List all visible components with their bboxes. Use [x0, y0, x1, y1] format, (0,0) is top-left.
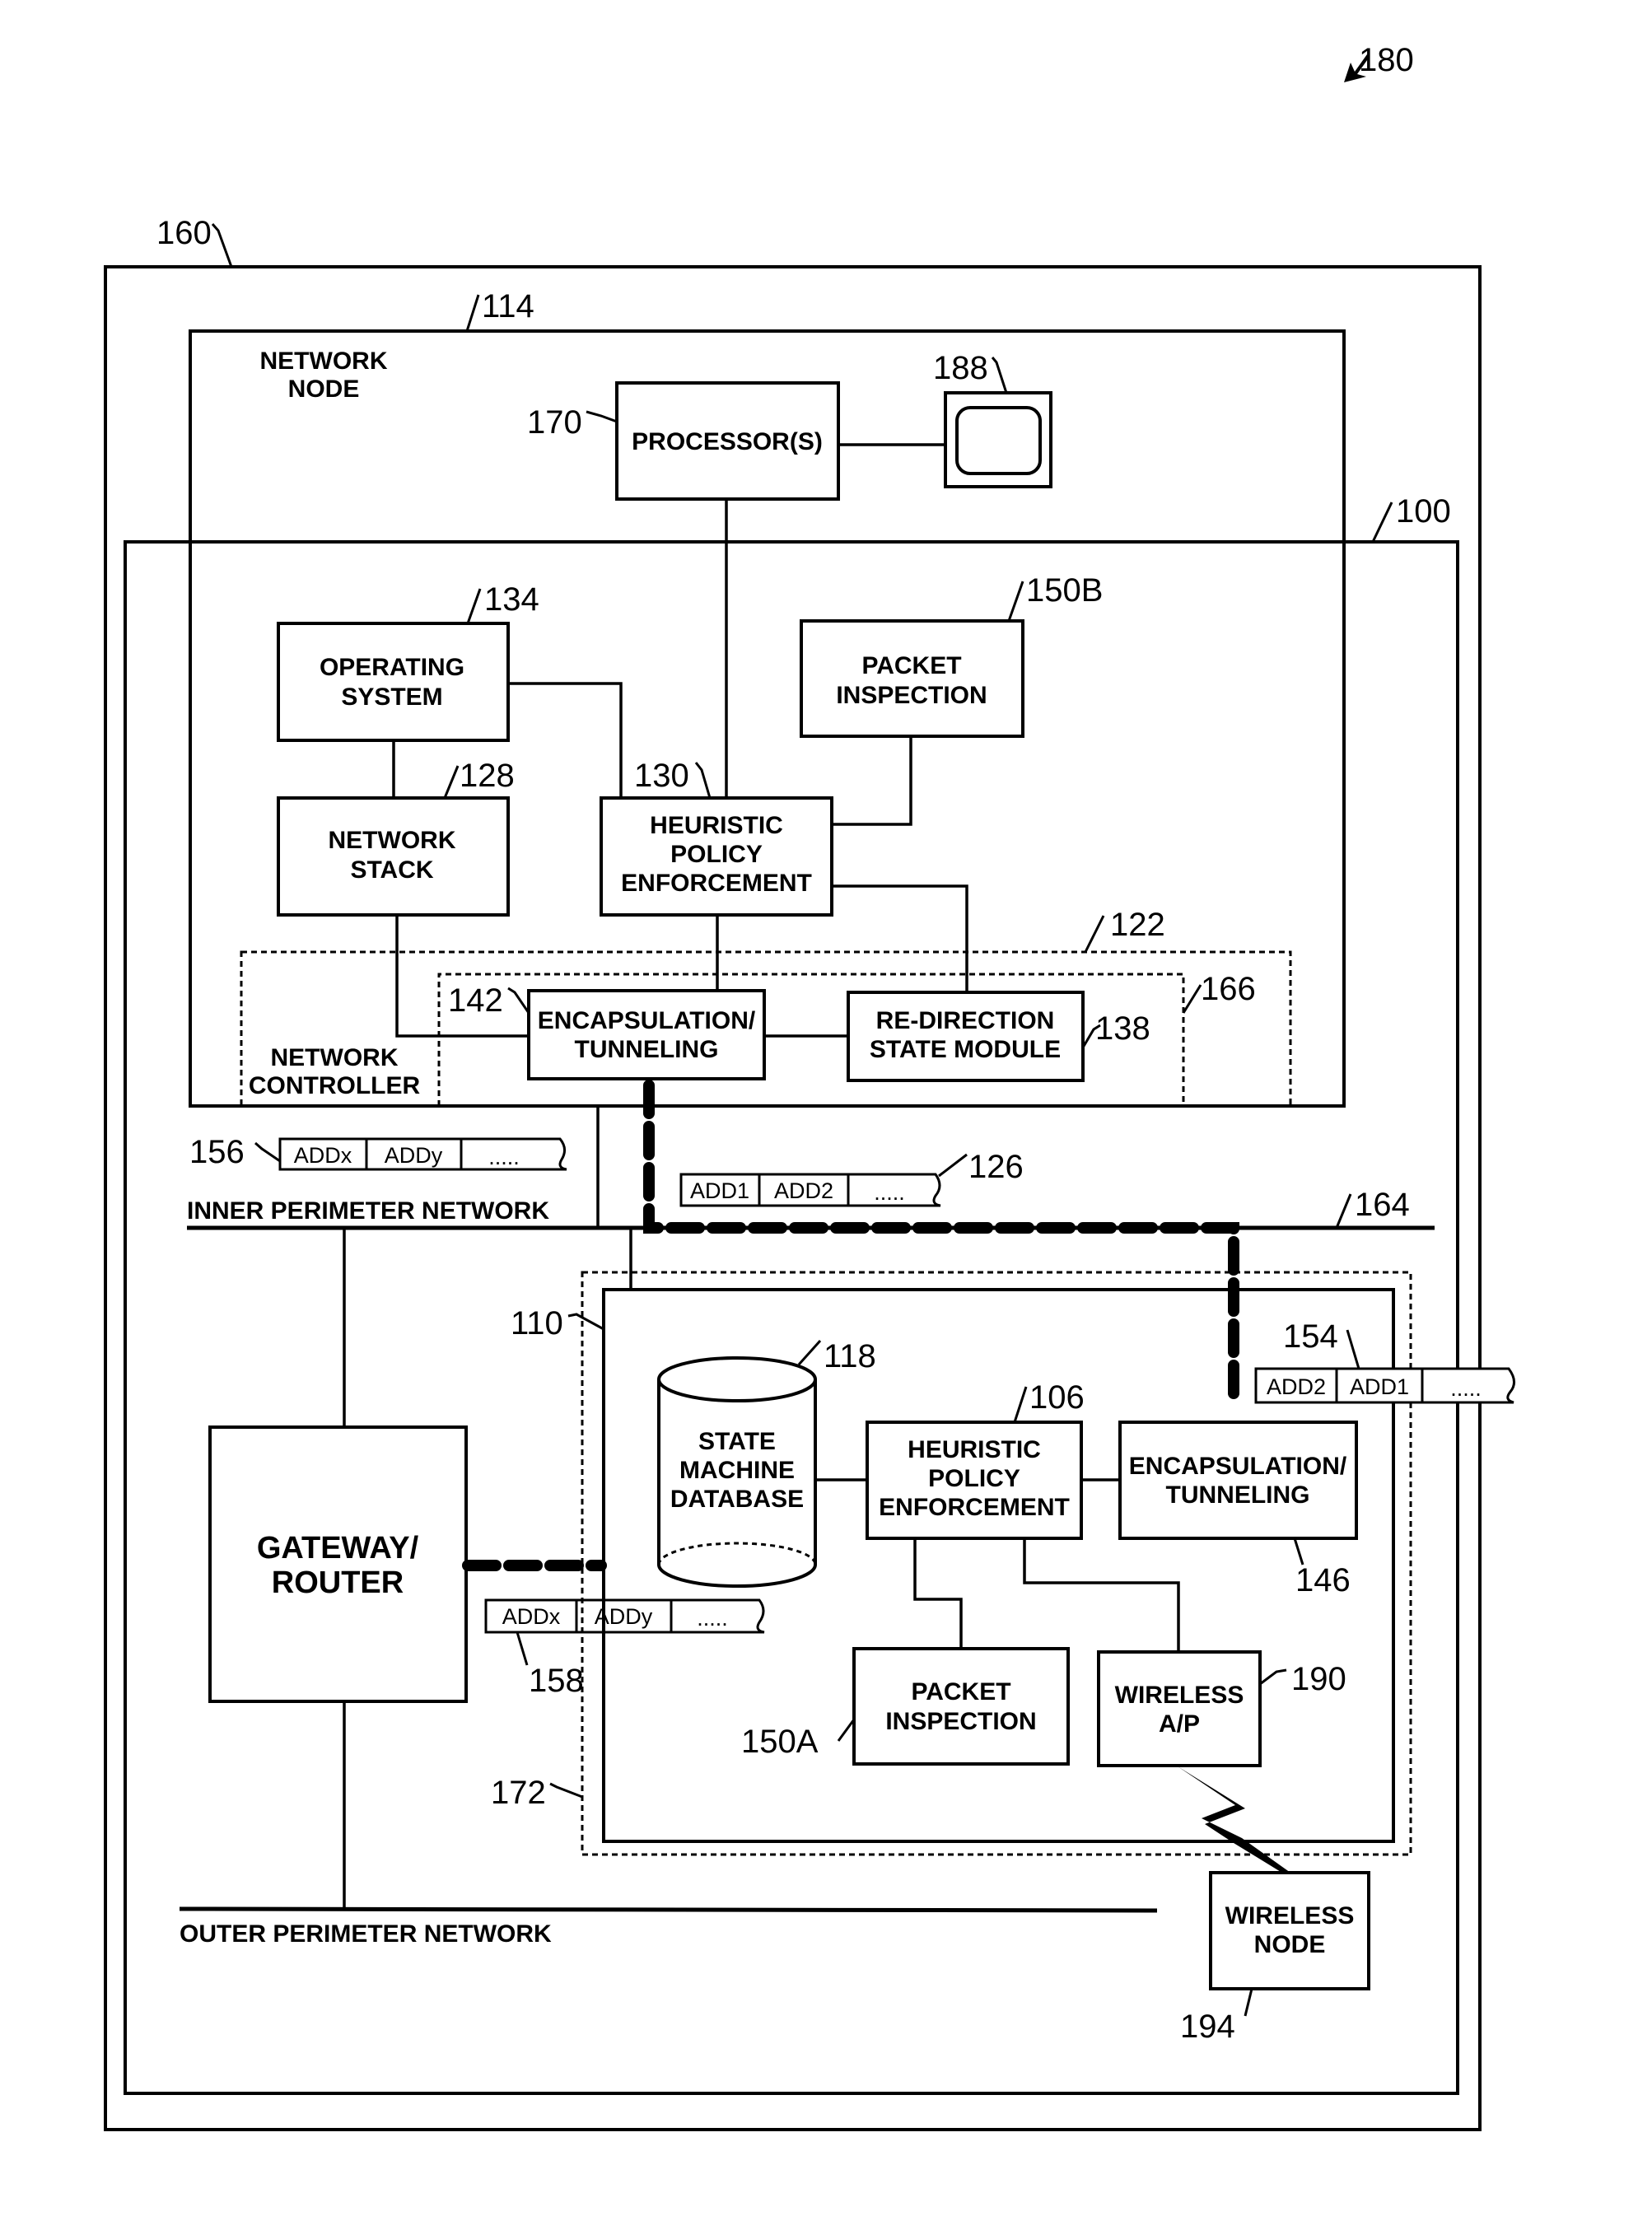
network-controller-label-1: NETWORK: [271, 1044, 399, 1071]
db-label-1: STATE: [698, 1428, 776, 1455]
ref-166: 166: [1201, 971, 1256, 1007]
packet-126-cell: ADD2: [774, 1178, 833, 1203]
packet-156-cell: ADDy: [385, 1143, 443, 1168]
packet-156-cell: ADDx: [294, 1143, 352, 1168]
network-diagram: 180 160 114 NETWORK NODE 100 PROCESSOR(S…: [104, 42, 1515, 2131]
figure-ref-180: 180: [1344, 42, 1414, 82]
ref-164: 164: [1355, 1187, 1410, 1223]
encapsulation-146-box[interactable]: [1118, 1421, 1358, 1540]
ref-160: 160: [156, 215, 212, 251]
redirection-label-1: RE-DIRECTION: [876, 1007, 1055, 1034]
processor-label: PROCESSOR(S): [632, 428, 823, 455]
gateway-label-1: GATEWAY/: [257, 1531, 419, 1565]
stack-label-2: STACK: [350, 856, 433, 884]
ref-106: 106: [1029, 1379, 1085, 1416]
state-machine-database[interactable]: STATE MACHINE DATABASE: [657, 1356, 817, 1588]
os-label-2: SYSTEM: [341, 684, 442, 711]
ref-114: 114: [482, 288, 534, 324]
packet-126-cell: .....: [874, 1180, 905, 1205]
encapsulation-142-box[interactable]: [527, 989, 766, 1080]
packet-inspection-150a-box[interactable]: [852, 1647, 1070, 1766]
display-188[interactable]: [944, 391, 1052, 488]
ref-150b: 150B: [1026, 572, 1103, 609]
packet-158-cell: .....: [697, 1606, 728, 1631]
ref-170: 170: [527, 404, 582, 441]
db-label-3: DATABASE: [670, 1486, 804, 1513]
outer-perimeter-network-label: OUTER PERIMETER NETWORK: [180, 1920, 552, 1948]
hpe106-label-3: ENFORCEMENT: [879, 1494, 1070, 1521]
gateway-label-2: ROUTER: [272, 1565, 404, 1600]
db-label-2: MACHINE: [679, 1457, 795, 1484]
stack-label-1: NETWORK: [329, 827, 456, 854]
network-node-label-2: NODE: [288, 376, 360, 403]
packet-158-cell: ADDx: [502, 1604, 561, 1629]
packet-154-cell: ADD1: [1350, 1374, 1409, 1399]
ref-130: 130: [634, 758, 689, 794]
hpe130-label-3: ENFORCEMENT: [621, 870, 812, 897]
ref-142: 142: [448, 982, 503, 1019]
wireless-node-label-2: NODE: [1254, 1931, 1326, 1958]
ref-156: 156: [189, 1134, 245, 1170]
wireless-node-label-1: WIRELESS: [1225, 1902, 1355, 1929]
encap146-label-1: ENCAPSULATION/: [1129, 1453, 1347, 1480]
wireless-ap-label-2: A/P: [1159, 1710, 1200, 1738]
network-node-label-1: NETWORK: [260, 348, 388, 375]
ref-118: 118: [824, 1338, 876, 1374]
hpe106-label-2: POLICY: [928, 1465, 1020, 1492]
ref-194: 194: [1180, 2009, 1235, 2045]
ref-146: 146: [1295, 1562, 1351, 1598]
packet-156-cell: .....: [488, 1145, 520, 1169]
figure-ref-label: 180: [1359, 42, 1414, 78]
ref-126: 126: [968, 1149, 1024, 1185]
encap142-label-1: ENCAPSULATION/: [538, 1007, 756, 1034]
ref-122: 122: [1110, 907, 1165, 943]
ref-138: 138: [1095, 1010, 1150, 1047]
inner-perimeter-network-label: INNER PERIMETER NETWORK: [187, 1197, 549, 1225]
encap142-label-2: TUNNELING: [575, 1036, 719, 1063]
leader-160: [211, 223, 233, 268]
hpe106-label-1: HEURISTIC: [908, 1436, 1041, 1463]
database-top: [657, 1356, 817, 1402]
ref-110: 110: [511, 1305, 563, 1341]
redirection-label-2: STATE MODULE: [870, 1036, 1061, 1063]
os-label-1: OPERATING: [320, 654, 464, 681]
wireless-ap-label-1: WIRELESS: [1115, 1682, 1244, 1709]
encap146-label-2: TUNNELING: [1166, 1481, 1310, 1509]
packet-154-cell: ADD2: [1267, 1374, 1326, 1399]
hpe130-label-2: POLICY: [670, 841, 763, 868]
pi150b-label-2: INSPECTION: [836, 682, 987, 709]
ref-154: 154: [1283, 1318, 1338, 1355]
ref-190: 190: [1291, 1661, 1346, 1697]
outer-perimeter-network-line: [179, 1906, 1158, 1913]
packet-158-cell: ADDy: [595, 1604, 653, 1629]
ref-188: 188: [933, 350, 988, 386]
ref-158: 158: [529, 1663, 584, 1699]
pi150a-label-2: INSPECTION: [885, 1708, 1036, 1735]
packet-126-cell: ADD1: [690, 1178, 749, 1203]
wireless-ap-box[interactable]: [1097, 1650, 1262, 1767]
ref-134: 134: [484, 581, 539, 618]
packet-154: ADD2 ADD1 .....: [1254, 1367, 1515, 1404]
pi150a-label-1: PACKET: [911, 1678, 1010, 1705]
ref-150a: 150A: [741, 1724, 819, 1760]
ref-128: 128: [460, 758, 515, 794]
network-controller-label-2: CONTROLLER: [249, 1072, 421, 1099]
packet-154-cell: .....: [1450, 1376, 1482, 1401]
ref-100: 100: [1396, 493, 1451, 530]
operating-system-box[interactable]: [277, 622, 510, 742]
pi150b-label-1: PACKET: [861, 652, 961, 679]
hpe130-label-1: HEURISTIC: [650, 812, 783, 839]
ref-172: 172: [491, 1775, 546, 1811]
